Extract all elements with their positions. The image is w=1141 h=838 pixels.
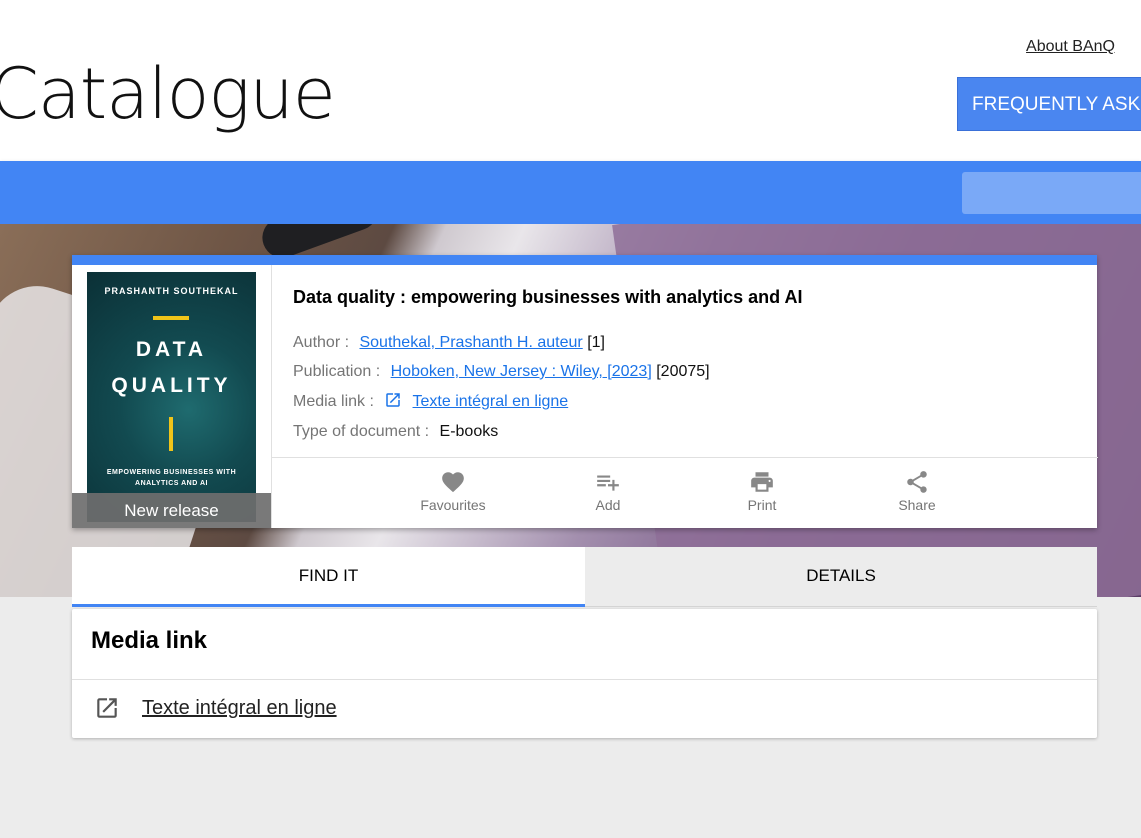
cover-author: PRASHANTH SOUTHEKAL — [104, 286, 239, 296]
faq-button[interactable]: FREQUENTLY ASKED — [957, 77, 1141, 131]
author-link[interactable]: Southekal, Prashanth H. auteur — [359, 334, 582, 351]
heart-icon — [442, 472, 464, 493]
cover-decoration — [169, 417, 173, 451]
printer-icon — [751, 472, 773, 492]
record-tabs: FIND IT DETAILS — [72, 547, 1097, 607]
medialink-label: Media link : — [293, 393, 374, 410]
publication-link[interactable]: Hoboken, New Jersey : Wiley, [2023] — [391, 363, 652, 380]
external-link-icon — [97, 698, 117, 718]
divider — [72, 679, 1097, 680]
favourites-label: Favourites — [420, 497, 486, 513]
publication-row: Publication : Hoboken, New Jersey : Wile… — [293, 363, 710, 381]
print-label: Print — [747, 497, 777, 513]
share-label: Share — [898, 497, 936, 513]
author-label: Author : — [293, 334, 350, 351]
share-icon — [907, 471, 927, 493]
cover-title-line: QUALITY — [111, 374, 232, 397]
publication-label: Publication : — [293, 363, 381, 380]
search-input[interactable] — [962, 172, 1141, 214]
cover-subtitle: EMPOWERING BUSINESSES WITH ANALYTICS AND… — [106, 469, 237, 487]
publication-count: [20075] — [656, 363, 710, 380]
media-link-card: Media link Texte intégral en ligne — [72, 609, 1097, 738]
playlist-add-icon — [597, 475, 619, 491]
external-link-icon — [386, 393, 401, 407]
print-button[interactable]: Print — [702, 458, 822, 529]
favourites-button[interactable]: Favourites — [393, 458, 513, 529]
doctype-row: Type of document : E-books — [293, 423, 498, 441]
actions-bar: Favourites Add Print Share — [272, 457, 1098, 529]
medialink-row: Media link : Texte intégral en ligne — [293, 391, 568, 411]
add-label: Add — [595, 497, 621, 513]
add-button[interactable]: Add — [548, 458, 668, 529]
author-count: [1] — [587, 334, 605, 351]
about-banq-link[interactable]: About BAnQ — [1026, 38, 1115, 56]
media-link-heading: Media link — [91, 627, 208, 654]
medialink-link[interactable]: Texte intégral en ligne — [413, 393, 569, 410]
record-info: Data quality : empowering businesses wit… — [271, 265, 1098, 528]
doctype-label: Type of document : — [293, 423, 430, 440]
book-cover-image[interactable]: PRASHANTH SOUTHEKAL DATA QUALITY EMPOWER… — [87, 272, 256, 522]
site-title[interactable]: Catalogue — [0, 52, 336, 136]
top-header: Catalogue About BAnQ FREQUENTLY ASKED — [0, 0, 1141, 161]
cover-area: PRASHANTH SOUTHEKAL DATA QUALITY EMPOWER… — [72, 265, 271, 528]
nav-bar — [0, 161, 1141, 224]
doctype-value: E-books — [439, 423, 499, 440]
card-accent-bar — [72, 255, 1097, 265]
media-link-text[interactable]: Texte intégral en ligne — [142, 697, 337, 720]
cover-decoration — [153, 316, 189, 320]
cover-title-line: DATA — [135, 338, 208, 361]
new-release-badge: New release — [72, 493, 271, 528]
tab-find-it[interactable]: FIND IT — [72, 547, 585, 607]
author-row: Author : Southekal, Prashanth H. auteur … — [293, 334, 605, 352]
share-button[interactable]: Share — [857, 458, 977, 529]
record-title: Data quality : empowering businesses wit… — [293, 287, 803, 307]
record-card: PRASHANTH SOUTHEKAL DATA QUALITY EMPOWER… — [72, 255, 1098, 528]
tab-details[interactable]: DETAILS — [585, 547, 1097, 607]
